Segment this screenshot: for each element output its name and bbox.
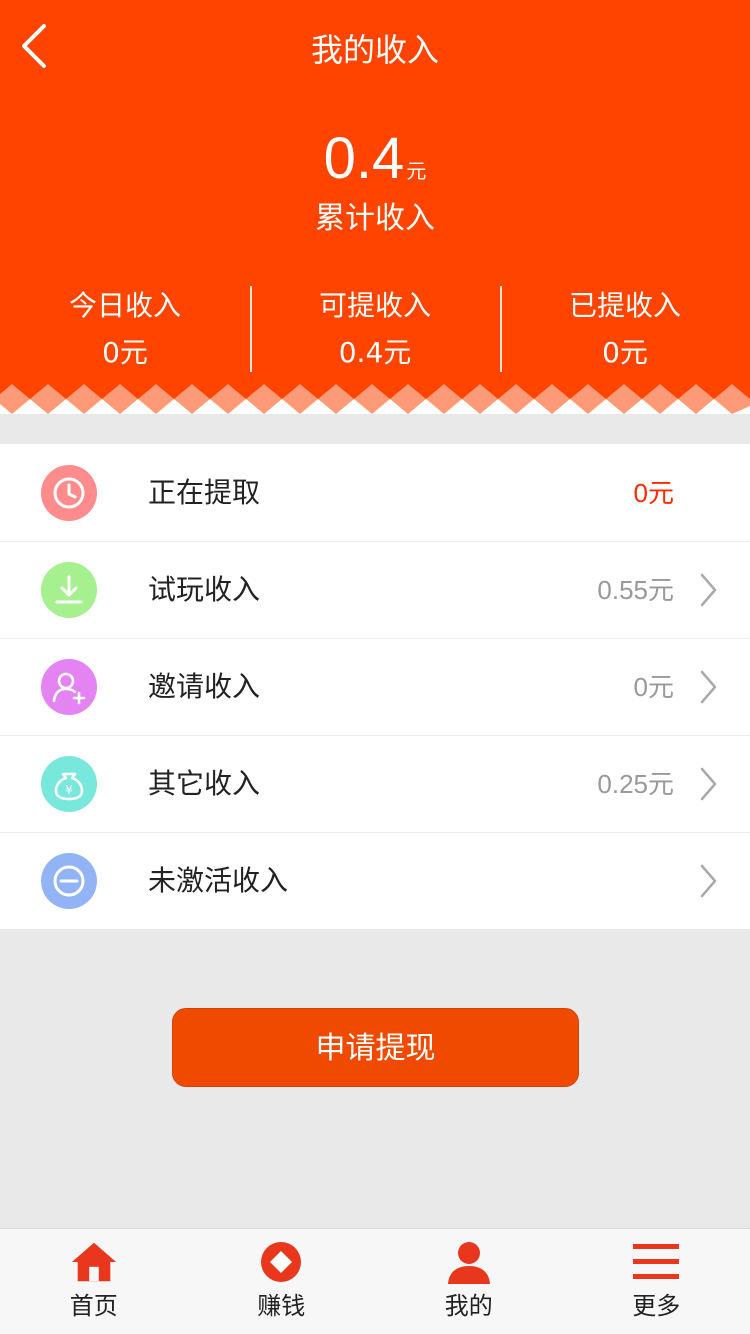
- tab-home[interactable]: 首页: [0, 1229, 188, 1334]
- list-item-label: 未激活收入: [148, 864, 289, 897]
- stat-today: 今日收入 0元: [0, 286, 250, 372]
- home-icon: [70, 1239, 118, 1285]
- minus-circle-icon: [41, 853, 97, 909]
- chevron-right-icon: [696, 861, 720, 901]
- income-stats: 今日收入 0元 可提收入 0.4元 已提收入 0元: [0, 286, 750, 372]
- stat-withdrawn: 已提收入 0元: [500, 286, 750, 372]
- add-user-icon: [41, 659, 97, 715]
- tab-mine[interactable]: 我的: [375, 1229, 563, 1334]
- list-item-label: 其它收入: [148, 767, 261, 800]
- header: 我的收入 0.4 元 累计收入 今日收入 0元 可提收入 0.4元 已提收入 0元: [0, 0, 750, 414]
- money-bag-icon: ¥: [41, 756, 97, 812]
- list-item-label: 正在提取: [148, 475, 261, 509]
- total-income: 0.4 元: [0, 126, 750, 192]
- withdraw-button[interactable]: 申请提现: [172, 1008, 579, 1087]
- total-income-value: 0.4: [323, 126, 405, 191]
- clock-icon: [41, 464, 97, 521]
- list-item-value: 0元: [633, 672, 674, 702]
- list-item-value: 0.25元: [597, 769, 674, 799]
- svg-text:¥: ¥: [65, 783, 73, 797]
- stat-value: 0.4元: [338, 336, 412, 369]
- bottom-tab-bar: 首页 赚钱 我的 更多: [0, 1228, 750, 1334]
- chevron-right-icon: [696, 667, 720, 707]
- list-item-invite-income[interactable]: 邀请收入 0元: [0, 638, 750, 735]
- menu-icon: [632, 1239, 680, 1285]
- stat-label: 可提收入: [318, 289, 431, 322]
- list-item-other-income[interactable]: ¥ 其它收入 0.25元: [0, 735, 750, 832]
- list-item-label: 邀请收入: [148, 670, 261, 703]
- list-item-inactive-income[interactable]: 未激活收入: [0, 832, 750, 929]
- total-income-label: 累计收入: [315, 201, 435, 236]
- list-item-withdrawing[interactable]: 正在提取 0元: [0, 444, 750, 541]
- zigzag-divider: [0, 384, 750, 414]
- chevron-right-icon: [696, 570, 720, 610]
- list-item-label: 试玩收入: [148, 573, 261, 606]
- tab-label: 我的: [444, 1292, 493, 1320]
- tab-label: 首页: [69, 1292, 118, 1320]
- tab-label: 赚钱: [257, 1292, 306, 1320]
- page-title: 我的收入: [310, 31, 439, 69]
- tab-earn[interactable]: 赚钱: [188, 1229, 376, 1334]
- total-income-unit: 元: [406, 159, 427, 183]
- stat-label: 今日收入: [68, 289, 181, 322]
- income-list: 正在提取 0元 试玩收入 0.55元 邀请收入 0元 ¥ 其它收入 0.25元: [0, 444, 750, 929]
- chevron-right-icon: [696, 764, 720, 804]
- stat-withdrawable: 可提收入 0.4元: [250, 286, 500, 372]
- tab-more[interactable]: 更多: [563, 1229, 750, 1334]
- earn-icon: [257, 1239, 305, 1285]
- stat-label: 已提收入: [568, 289, 681, 322]
- stat-value: 0元: [602, 336, 648, 369]
- list-item-trial-income[interactable]: 试玩收入 0.55元: [0, 541, 750, 638]
- list-item-value: 0元: [633, 477, 674, 508]
- stat-value: 0元: [102, 336, 148, 369]
- list-item-value: 0.55元: [597, 575, 674, 605]
- tab-label: 更多: [632, 1292, 681, 1320]
- user-icon: [445, 1239, 493, 1285]
- download-icon: [41, 562, 97, 618]
